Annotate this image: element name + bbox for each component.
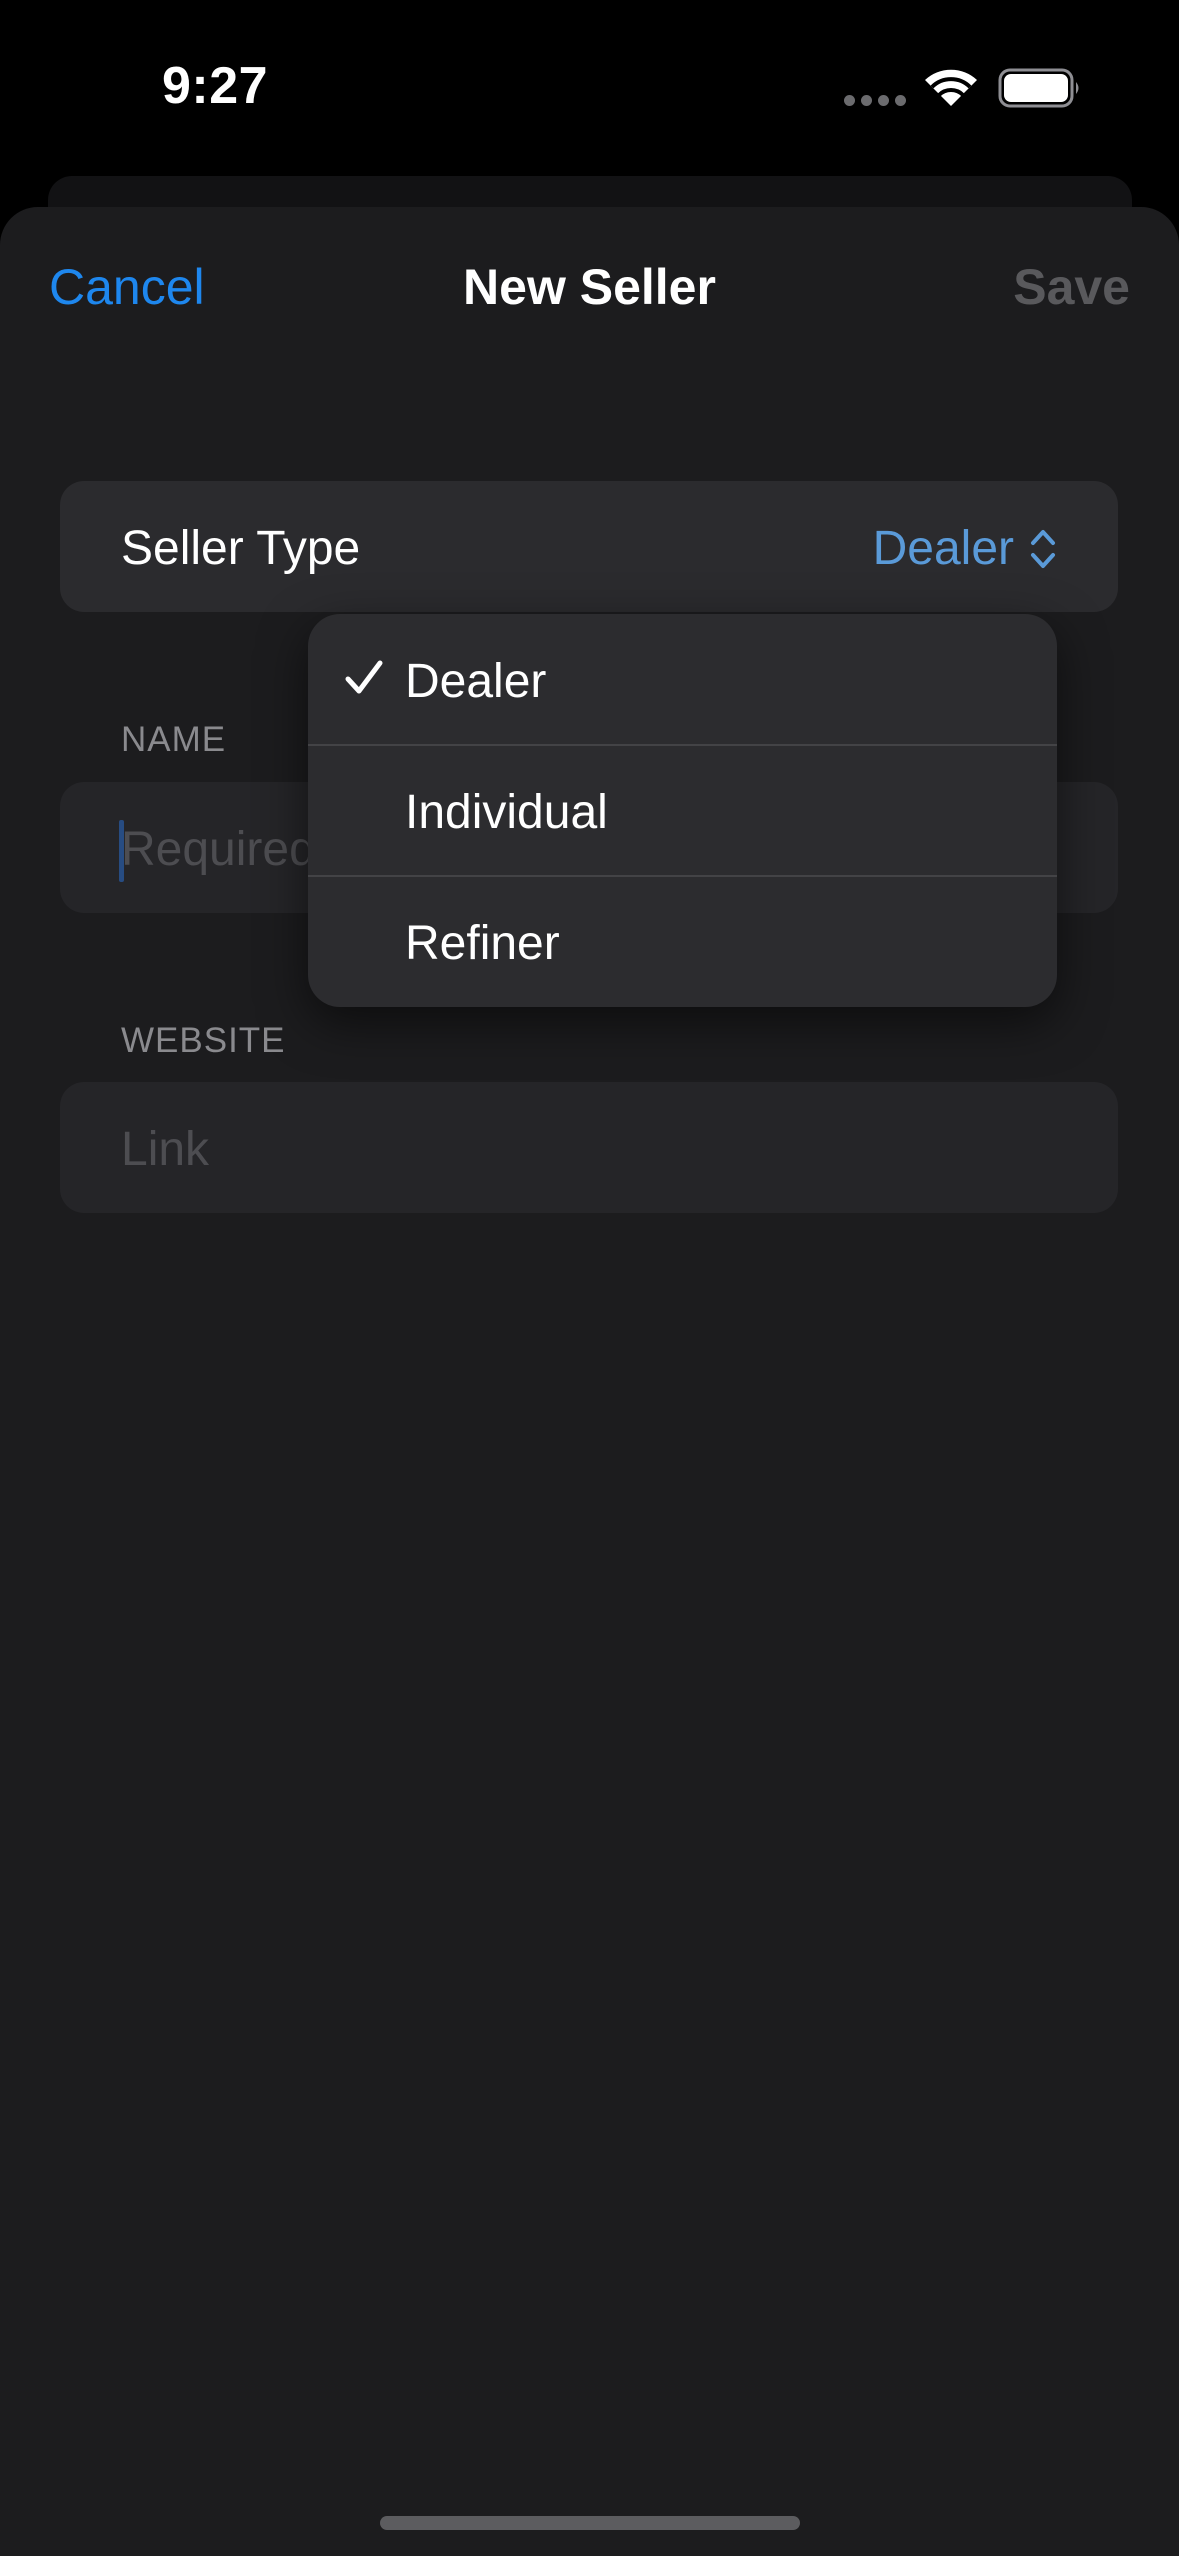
seller-type-value: Dealer [872,522,1014,575]
website-section-label: WEBSITE [121,1021,286,1060]
checkmark-icon [345,660,383,694]
status-bar: 9:27 [0,0,1179,170]
menu-item-individual[interactable]: Individual [308,745,1057,876]
menu-item-dealer[interactable]: Dealer [308,614,1057,745]
seller-type-label: Seller Type [121,522,361,575]
website-field[interactable]: Link [60,1082,1118,1213]
name-section-label: NAME [121,720,227,759]
wifi-icon [925,69,977,106]
name-placeholder: Required [121,823,316,876]
seller-type-row[interactable]: Seller Type Dealer [60,481,1118,612]
menu-item-label: Individual [405,786,608,839]
menu-item-label: Refiner [405,917,560,970]
page-title: New Seller [463,259,716,315]
battery-icon [998,68,1079,108]
cellular-signal-icon [844,95,906,107]
status-time: 9:27 [162,57,269,115]
home-indicator[interactable] [380,2516,800,2530]
menu-item-refiner[interactable]: Refiner [308,876,1057,1007]
website-placeholder: Link [121,1123,210,1176]
chevron-up-down-icon [1031,529,1055,568]
menu-item-label: Dealer [405,655,547,708]
seller-type-menu: Dealer Individual Refiner [308,614,1057,1007]
seller-type-picker[interactable]: Dealer [873,521,1058,576]
save-button[interactable]: Save [1013,258,1130,316]
